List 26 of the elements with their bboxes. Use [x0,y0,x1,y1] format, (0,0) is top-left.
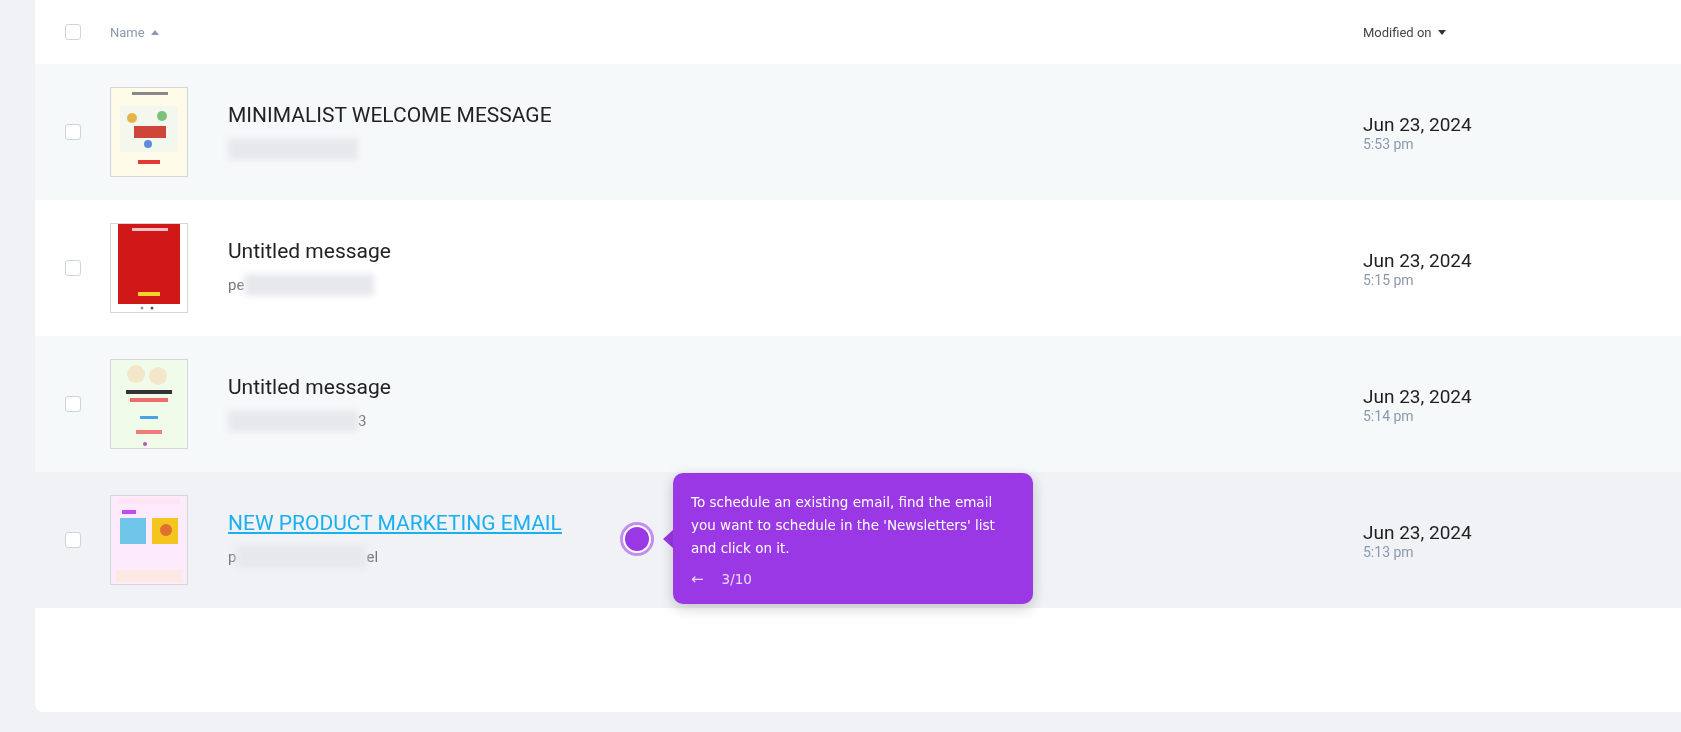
checkbox[interactable] [65,260,81,276]
sender-name: el [366,548,379,566]
sender-name: 3 [358,412,367,430]
checkbox[interactable] [65,24,81,40]
checkbox[interactable] [65,532,81,548]
message-title[interactable]: Untitled message [228,375,391,399]
message-title[interactable]: Untitled message [228,239,391,263]
modified-date: Jun 23, 2024 [1363,248,1473,272]
tooltip-text: To schedule an existing email, find the email you want to schedule in the 'Newsletters' list and click on it. [691,493,996,558]
modified-time: 5:53 pm [1363,135,1415,152]
column-header[interactable]: Modified on [1363,24,1432,40]
modified-time: 5:15 pm [1363,271,1415,288]
table-row[interactable]: Untitled message 3 Jun 23, 2024 5:14 pm [35,336,1681,472]
sender-name: p [228,548,237,566]
checkbox[interactable] [65,124,81,140]
step-counter: 3/10 [721,571,752,587]
checkbox[interactable] [65,396,81,412]
back-button[interactable]: ← [691,570,704,588]
sender-name: pe [228,276,245,294]
modified-time: 5:14 pm [1363,407,1415,424]
message-title[interactable]: MINIMALIST WELCOME MESSAGE [228,103,552,127]
modified-date: Jun 23, 2024 [1363,520,1473,544]
modified-date: Jun 23, 2024 [1363,384,1473,408]
table-row[interactable]: MINIMALIST WELCOME MESSAGE Jun 23, 2024 5:53 pm [35,64,1681,200]
modified-time: 5:13 pm [1363,543,1415,560]
modified-date: Jun 23, 2024 [1363,112,1473,136]
